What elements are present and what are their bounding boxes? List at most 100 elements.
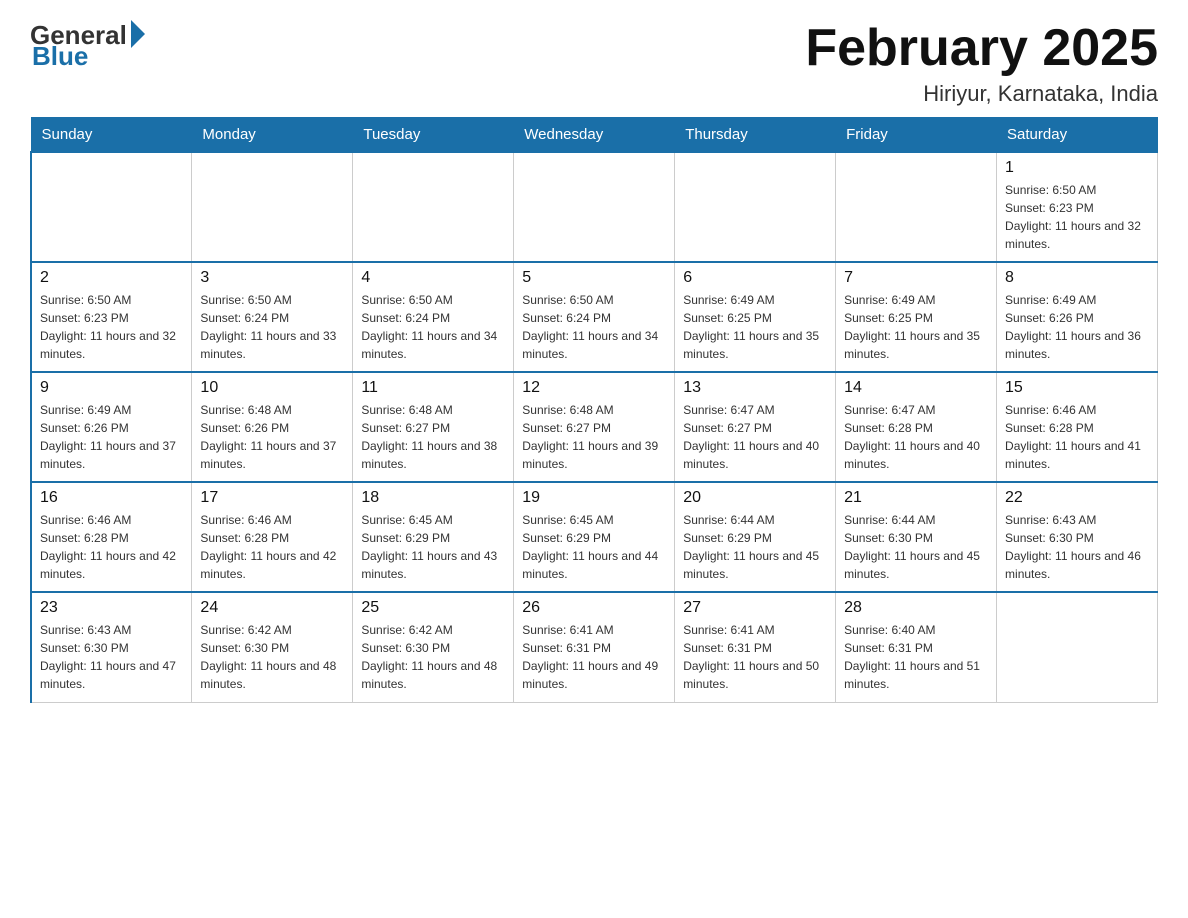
calendar-cell-w2-d2: 3 Sunrise: 6:50 AMSunset: 6:24 PMDaylight… — [192, 262, 353, 372]
day-info: Sunrise: 6:50 AMSunset: 6:23 PMDaylight:… — [40, 291, 183, 363]
calendar-cell-w2-d3: 4 Sunrise: 6:50 AMSunset: 6:24 PMDaylight… — [353, 262, 514, 372]
week-row-1: 1 Sunrise: 6:50 AMSunset: 6:23 PMDaylight… — [31, 152, 1158, 262]
day-number: 1 — [1005, 159, 1149, 177]
calendar-cell-w3-d3: 11 Sunrise: 6:48 AMSunset: 6:27 PMDayligh… — [353, 372, 514, 482]
day-number: 4 — [361, 269, 505, 287]
day-number: 17 — [200, 489, 344, 507]
day-number: 19 — [522, 489, 666, 507]
calendar-cell-w4-d1: 16Sunrise: 6:46 AMSunset: 6:28 PMDayligh… — [31, 482, 192, 592]
calendar-cell-w1-d2 — [192, 152, 353, 262]
calendar-cell-w5-d7 — [997, 592, 1158, 702]
header-friday: Friday — [836, 118, 997, 153]
day-info: Sunrise: 6:48 AMSunset: 6:27 PMDaylight:… — [361, 401, 505, 473]
page-header: General Blue February 2025 Hiriyur, Karn… — [30, 20, 1158, 107]
weekday-header-row: Sunday Monday Tuesday Wednesday Thursday… — [31, 118, 1158, 153]
day-number: 22 — [1005, 489, 1149, 507]
day-info: Sunrise: 6:46 AMSunset: 6:28 PMDaylight:… — [1005, 401, 1149, 473]
day-info: Sunrise: 6:45 AMSunset: 6:29 PMDaylight:… — [361, 511, 505, 583]
day-number: 16 — [40, 489, 183, 507]
calendar-cell-w3-d7: 15 Sunrise: 6:46 AMSunset: 6:28 PMDayligh… — [997, 372, 1158, 482]
day-info: Sunrise: 6:49 AMSunset: 6:26 PMDaylight:… — [40, 401, 183, 473]
calendar-cell-w5-d4: 26 Sunrise: 6:41 AMSunset: 6:31 PMDayligh… — [514, 592, 675, 702]
day-info: Sunrise: 6:42 AMSunset: 6:30 PMDaylight:… — [200, 621, 344, 693]
day-info: Sunrise: 6:41 AMSunset: 6:31 PMDaylight:… — [683, 621, 827, 693]
day-number: 8 — [1005, 269, 1149, 287]
day-number: 26 — [522, 599, 666, 617]
calendar-cell-w3-d5: 13 Sunrise: 6:47 AMSunset: 6:27 PMDayligh… — [675, 372, 836, 482]
day-info: Sunrise: 6:48 AMSunset: 6:27 PMDaylight:… — [522, 401, 666, 473]
calendar-cell-w4-d6: 21 Sunrise: 6:44 AMSunset: 6:30 PMDayligh… — [836, 482, 997, 592]
calendar-cell-w1-d5 — [675, 152, 836, 262]
location-text: Hiriyur, Karnataka, India — [805, 81, 1158, 107]
week-row-4: 16Sunrise: 6:46 AMSunset: 6:28 PMDayligh… — [31, 482, 1158, 592]
day-info: Sunrise: 6:43 AMSunset: 6:30 PMDaylight:… — [1005, 511, 1149, 583]
day-info: Sunrise: 6:47 AMSunset: 6:28 PMDaylight:… — [844, 401, 988, 473]
day-info: Sunrise: 6:50 AMSunset: 6:24 PMDaylight:… — [522, 291, 666, 363]
calendar-cell-w4-d5: 20 Sunrise: 6:44 AMSunset: 6:29 PMDayligh… — [675, 482, 836, 592]
day-info: Sunrise: 6:49 AMSunset: 6:25 PMDaylight:… — [844, 291, 988, 363]
day-number: 25 — [361, 599, 505, 617]
calendar-cell-w3-d2: 10 Sunrise: 6:48 AMSunset: 6:26 PMDayligh… — [192, 372, 353, 482]
calendar-cell-w1-d6 — [836, 152, 997, 262]
day-number: 24 — [200, 599, 344, 617]
day-number: 14 — [844, 379, 988, 397]
calendar-cell-w2-d7: 8 Sunrise: 6:49 AMSunset: 6:26 PMDaylight… — [997, 262, 1158, 372]
calendar-cell-w4-d3: 18 Sunrise: 6:45 AMSunset: 6:29 PMDayligh… — [353, 482, 514, 592]
calendar-cell-w3-d6: 14 Sunrise: 6:47 AMSunset: 6:28 PMDayligh… — [836, 372, 997, 482]
calendar-cell-w3-d4: 12 Sunrise: 6:48 AMSunset: 6:27 PMDayligh… — [514, 372, 675, 482]
calendar-cell-w1-d1 — [31, 152, 192, 262]
calendar-cell-w1-d3 — [353, 152, 514, 262]
day-number: 13 — [683, 379, 827, 397]
calendar-cell-w4-d2: 17Sunrise: 6:46 AMSunset: 6:28 PMDayligh… — [192, 482, 353, 592]
day-number: 20 — [683, 489, 827, 507]
day-info: Sunrise: 6:50 AMSunset: 6:24 PMDaylight:… — [361, 291, 505, 363]
logo-triangle-icon — [131, 20, 145, 48]
day-info: Sunrise: 6:50 AMSunset: 6:24 PMDaylight:… — [200, 291, 344, 363]
week-row-5: 23 Sunrise: 6:43 AMSunset: 6:30 PMDayligh… — [31, 592, 1158, 702]
calendar-cell-w5-d5: 27 Sunrise: 6:41 AMSunset: 6:31 PMDayligh… — [675, 592, 836, 702]
day-info: Sunrise: 6:41 AMSunset: 6:31 PMDaylight:… — [522, 621, 666, 693]
day-number: 28 — [844, 599, 988, 617]
day-info: Sunrise: 6:50 AMSunset: 6:23 PMDaylight:… — [1005, 181, 1149, 253]
day-number: 5 — [522, 269, 666, 287]
calendar-cell-w5-d1: 23 Sunrise: 6:43 AMSunset: 6:30 PMDayligh… — [31, 592, 192, 702]
day-number: 11 — [361, 379, 505, 397]
day-info: Sunrise: 6:48 AMSunset: 6:26 PMDaylight:… — [200, 401, 344, 473]
header-tuesday: Tuesday — [353, 118, 514, 153]
day-number: 15 — [1005, 379, 1149, 397]
calendar-cell-w5-d3: 25Sunrise: 6:42 AMSunset: 6:30 PMDayligh… — [353, 592, 514, 702]
day-number: 6 — [683, 269, 827, 287]
calendar-cell-w5-d6: 28Sunrise: 6:40 AMSunset: 6:31 PMDayligh… — [836, 592, 997, 702]
day-info: Sunrise: 6:47 AMSunset: 6:27 PMDaylight:… — [683, 401, 827, 473]
day-info: Sunrise: 6:44 AMSunset: 6:29 PMDaylight:… — [683, 511, 827, 583]
calendar-cell-w5-d2: 24 Sunrise: 6:42 AMSunset: 6:30 PMDayligh… — [192, 592, 353, 702]
calendar-cell-w4-d7: 22 Sunrise: 6:43 AMSunset: 6:30 PMDayligh… — [997, 482, 1158, 592]
day-number: 3 — [200, 269, 344, 287]
logo: General Blue — [30, 20, 145, 72]
header-saturday: Saturday — [997, 118, 1158, 153]
day-number: 23 — [40, 599, 183, 617]
month-year-title: February 2025 — [805, 20, 1158, 77]
day-number: 18 — [361, 489, 505, 507]
week-row-3: 9 Sunrise: 6:49 AMSunset: 6:26 PMDaylight… — [31, 372, 1158, 482]
calendar-table: Sunday Monday Tuesday Wednesday Thursday… — [30, 117, 1158, 703]
calendar-cell-w3-d1: 9 Sunrise: 6:49 AMSunset: 6:26 PMDaylight… — [31, 372, 192, 482]
day-number: 7 — [844, 269, 988, 287]
day-number: 27 — [683, 599, 827, 617]
day-info: Sunrise: 6:43 AMSunset: 6:30 PMDaylight:… — [40, 621, 183, 693]
day-number: 10 — [200, 379, 344, 397]
day-info: Sunrise: 6:45 AMSunset: 6:29 PMDaylight:… — [522, 511, 666, 583]
calendar-cell-w2-d4: 5 Sunrise: 6:50 AMSunset: 6:24 PMDaylight… — [514, 262, 675, 372]
day-number: 2 — [40, 269, 183, 287]
day-number: 9 — [40, 379, 183, 397]
day-info: Sunrise: 6:49 AMSunset: 6:26 PMDaylight:… — [1005, 291, 1149, 363]
day-number: 21 — [844, 489, 988, 507]
day-info: Sunrise: 6:44 AMSunset: 6:30 PMDaylight:… — [844, 511, 988, 583]
day-info: Sunrise: 6:49 AMSunset: 6:25 PMDaylight:… — [683, 291, 827, 363]
title-section: February 2025 Hiriyur, Karnataka, India — [805, 20, 1158, 107]
day-number: 12 — [522, 379, 666, 397]
calendar-cell-w1-d4 — [514, 152, 675, 262]
calendar-cell-w4-d4: 19 Sunrise: 6:45 AMSunset: 6:29 PMDayligh… — [514, 482, 675, 592]
week-row-2: 2 Sunrise: 6:50 AMSunset: 6:23 PMDaylight… — [31, 262, 1158, 372]
calendar-cell-w2-d6: 7 Sunrise: 6:49 AMSunset: 6:25 PMDaylight… — [836, 262, 997, 372]
